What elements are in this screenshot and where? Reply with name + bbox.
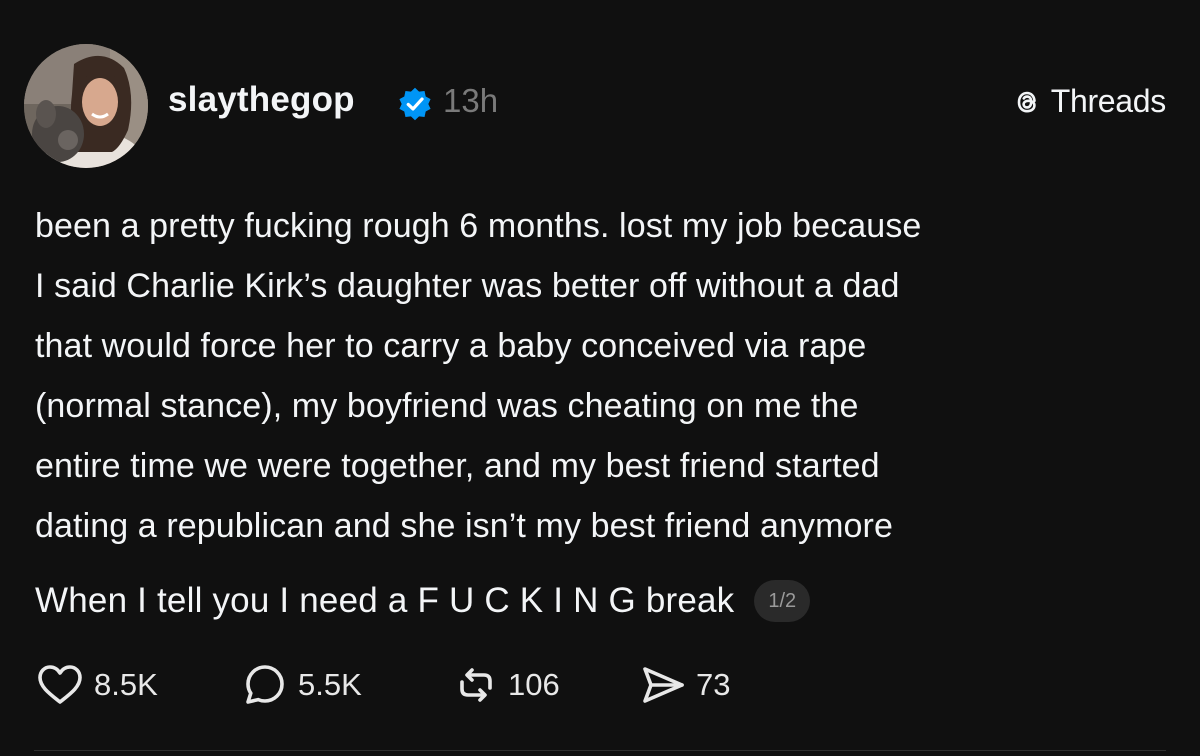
post-continuation: When I tell you I need a F U C K I N G b… [35,580,811,622]
username[interactable]: slaythegop [168,80,355,120]
repost-count: 106 [508,667,560,702]
threads-logo-icon [1017,91,1036,113]
thread-post: slaythegop 13h Threads been a pretty fuc… [0,0,1200,756]
post-second-paragraph: When I tell you I need a F U C K I N G b… [35,581,735,620]
paper-plane-icon [643,667,684,703]
verified-badge-icon [399,87,431,121]
reply-button[interactable]: 5.5K [242,660,362,710]
avatar[interactable] [24,44,148,168]
share-count: 73 [696,667,731,702]
action-bar: 8.5K 5.5K 106 73 [36,660,836,710]
divider [34,750,1166,751]
timestamp: 13h [443,82,499,119]
reply-count: 5.5K [298,667,362,702]
post-body: been a pretty fucking rough 6 months. lo… [35,207,922,545]
like-button[interactable]: 8.5K [36,660,158,710]
repost-button[interactable]: 106 [454,660,560,710]
share-button[interactable]: 73 [640,660,730,710]
speech-bubble-icon [246,665,284,704]
threads-label: Threads [1050,83,1167,119]
threads-brand: Threads [1011,83,1166,120]
repost-icon [460,668,492,702]
like-count: 8.5K [94,667,158,702]
page-indicator[interactable]: 1/2 [754,580,811,622]
heart-icon [38,665,82,704]
